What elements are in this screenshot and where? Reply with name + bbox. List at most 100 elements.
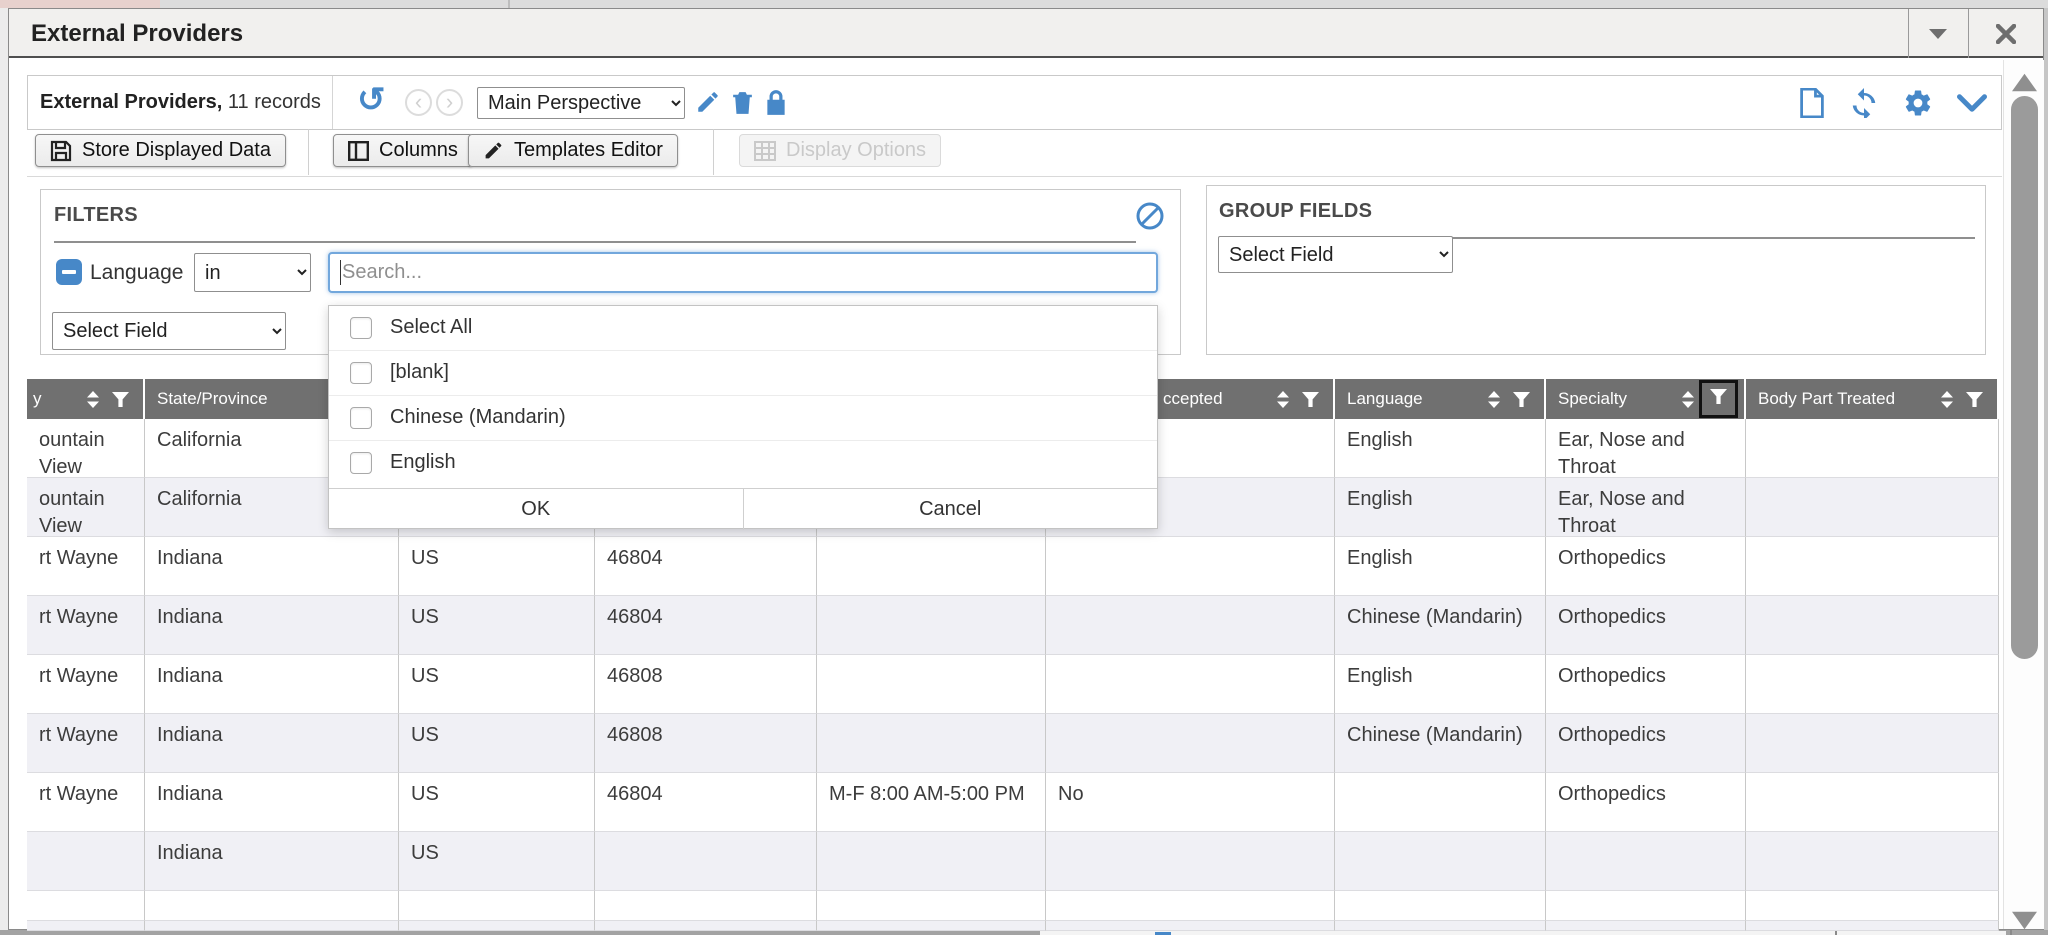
filter-funnel-icon[interactable]	[1966, 392, 1983, 407]
table-cell	[817, 921, 1046, 931]
remove-filter-button[interactable]	[56, 259, 82, 285]
templates-editor-button[interactable]: Templates Editor	[468, 134, 678, 167]
table-cell: ountain View	[27, 419, 145, 478]
table-row[interactable]: rt WayneIndianaUS46808EnglishOrthopedics	[27, 655, 1999, 714]
checkbox[interactable]	[350, 362, 372, 384]
column-header[interactable]: Language	[1335, 379, 1544, 419]
table-row[interactable]: IndianaUS	[27, 832, 1999, 891]
grid-icon	[754, 141, 776, 161]
clipped-search-bar: Search	[1040, 931, 2006, 935]
perspective-select[interactable]: Main Perspective	[477, 87, 685, 119]
sort-icon[interactable]	[1487, 391, 1501, 408]
popup-option[interactable]: English	[329, 441, 1157, 484]
filter-funnel-icon[interactable]	[112, 392, 129, 407]
checkbox[interactable]	[350, 317, 372, 339]
display-options-button[interactable]: Display Options	[739, 134, 941, 167]
table-cell: 46808	[595, 714, 817, 773]
table-cell: 46808	[595, 655, 817, 714]
refresh-button[interactable]	[1849, 88, 1879, 123]
new-document-button[interactable]	[1799, 88, 1825, 123]
edit-perspective-button[interactable]	[695, 89, 721, 120]
scroll-down-icon[interactable]	[2012, 908, 2037, 933]
table-cell: 46804	[595, 773, 817, 832]
table-cell	[1746, 891, 1999, 921]
delete-perspective-button[interactable]	[730, 89, 755, 121]
pencil-icon	[483, 140, 504, 161]
table-cell	[595, 832, 817, 891]
table-row[interactable]	[27, 921, 1999, 931]
close-icon	[1996, 24, 2016, 44]
popup-option[interactable]: Chinese (Mandarin)	[329, 396, 1157, 439]
sort-icon[interactable]	[1681, 391, 1695, 408]
popup-option[interactable]: Select All	[329, 306, 1157, 349]
table-row[interactable]: rt WayneIndianaUS46804Chinese (Mandarin)…	[27, 596, 1999, 655]
dialog-close-button[interactable]	[1968, 9, 2044, 58]
filter-operator-select[interactable]: in	[194, 253, 311, 292]
table-row[interactable]: rt WayneIndianaUS46804M-F 8:00 AM-5:00 P…	[27, 773, 1999, 832]
table-cell: No	[1046, 773, 1335, 832]
table-cell	[1046, 655, 1335, 714]
column-header[interactable]: y	[27, 379, 143, 419]
lock-perspective-button[interactable]	[764, 89, 788, 121]
dialog-menu-button[interactable]	[1908, 9, 1968, 58]
table-cell	[817, 832, 1046, 891]
checkbox[interactable]	[350, 452, 372, 474]
button-group-divider	[308, 129, 309, 175]
table-cell: ountain View	[27, 478, 145, 537]
table-cell	[399, 891, 595, 921]
chevron-down-icon	[1957, 93, 1987, 113]
filter-funnel-icon[interactable]	[1513, 392, 1530, 407]
previous-button[interactable]: ‹	[405, 89, 432, 116]
text-caret	[340, 260, 341, 285]
table-cell	[1046, 832, 1335, 891]
columns-button[interactable]: Columns	[333, 134, 473, 167]
focused-filter-funnel[interactable]	[1699, 380, 1738, 418]
checkbox[interactable]	[350, 407, 372, 429]
ok-button[interactable]: OK	[329, 489, 743, 530]
filter-funnel-icon[interactable]	[1710, 389, 1727, 404]
table-row[interactable]	[27, 891, 1999, 921]
table-cell: US	[399, 714, 595, 773]
table-cell	[817, 655, 1046, 714]
sort-icon[interactable]	[86, 391, 100, 408]
column-header[interactable]: Body Part Treated	[1746, 379, 1997, 419]
table-row[interactable]: rt WayneIndianaUS46804EnglishOrthopedics	[27, 537, 1999, 596]
column-header[interactable]: Specialty	[1546, 379, 1744, 419]
toolbar-divider	[332, 76, 333, 129]
table-cell	[1746, 478, 1999, 537]
templates-editor-label: Templates Editor	[514, 139, 663, 162]
cancel-button[interactable]: Cancel	[744, 489, 1158, 530]
filters-title: FILTERS	[54, 204, 138, 227]
filter-search-input[interactable]	[328, 252, 1158, 293]
table-cell: English	[1335, 419, 1546, 478]
perspective-toolbar: External Providers, 11 records ↺ ‹ › Mai…	[27, 75, 2002, 130]
button-group-divider	[713, 129, 714, 175]
save-icon	[50, 140, 72, 162]
table-cell	[1335, 832, 1546, 891]
page-behind-top	[0, 0, 2048, 8]
collapse-toolbar-button[interactable]	[1957, 93, 1987, 118]
sort-icon[interactable]	[1276, 391, 1290, 408]
popup-option[interactable]: [blank]	[329, 351, 1157, 394]
clear-filters-button[interactable]	[1135, 201, 1165, 236]
next-button[interactable]: ›	[436, 89, 463, 116]
vertical-scrollbar[interactable]	[2003, 60, 2044, 929]
table-cell: M-F 8:00 AM-5:00 PM	[817, 773, 1046, 832]
table-cell	[27, 921, 145, 931]
add-filter-field-select[interactable]: Select Field	[52, 312, 286, 350]
refresh-icon	[1849, 88, 1879, 118]
table-row[interactable]: rt WayneIndianaUS46808Chinese (Mandarin)…	[27, 714, 1999, 773]
sort-icon[interactable]	[1940, 391, 1954, 408]
group-field-select[interactable]: Select Field	[1218, 236, 1453, 273]
table-cell	[1335, 773, 1546, 832]
scrollbar-thumb[interactable]	[2011, 96, 2038, 659]
scroll-up-icon[interactable]	[2012, 70, 2037, 95]
group-fields-title: GROUP FIELDS	[1219, 200, 1372, 223]
store-displayed-data-button[interactable]: Store Displayed Data	[35, 134, 286, 167]
table-cell	[27, 832, 145, 891]
undo-button[interactable]: ↺	[357, 80, 386, 120]
settings-button[interactable]	[1903, 88, 1933, 123]
table-cell	[1046, 891, 1335, 921]
caret-down-icon	[1929, 29, 1947, 39]
filter-funnel-icon[interactable]	[1302, 392, 1319, 407]
